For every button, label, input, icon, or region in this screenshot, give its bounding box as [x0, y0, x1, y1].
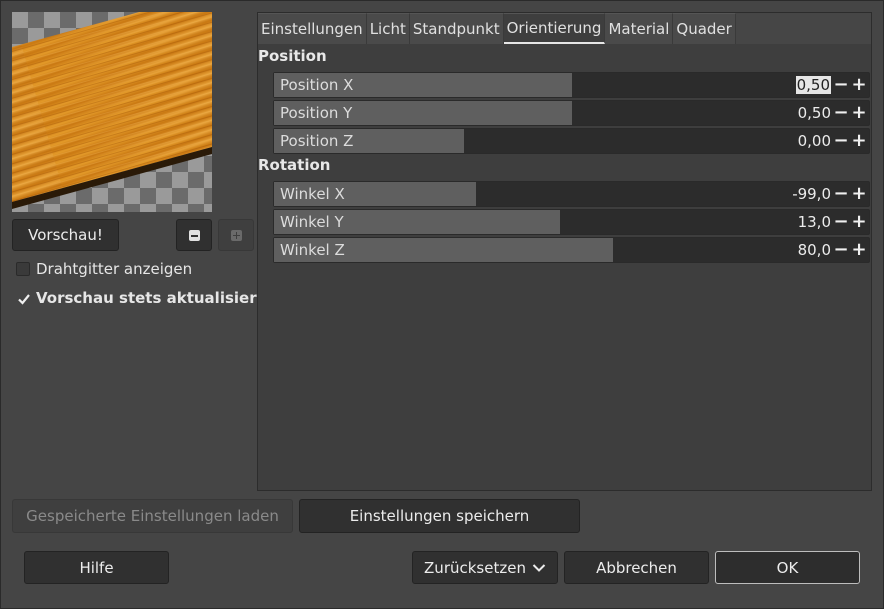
- auto-update-label: Vorschau stets aktualisieren: [36, 289, 278, 307]
- tab-quader[interactable]: Quader: [673, 13, 736, 44]
- chevron-down-icon: [532, 563, 546, 572]
- tab-label: Quader: [676, 20, 732, 38]
- slider-value-text: 0,50: [795, 76, 831, 94]
- rotation-section-title: Rotation: [258, 156, 331, 174]
- slider-label: Position Z: [280, 132, 354, 150]
- help-button[interactable]: Hilfe: [24, 551, 169, 584]
- angle-x-slider[interactable]: Winkel X -99,0 − +: [273, 181, 870, 207]
- slider-label: Position Y: [280, 104, 353, 122]
- auto-update-option[interactable]: Vorschau stets aktualisieren: [16, 289, 277, 307]
- zoom-in-button[interactable]: [218, 219, 254, 251]
- slider-label: Winkel X: [280, 185, 345, 203]
- tab-label: Material: [608, 20, 670, 38]
- checkmark-icon: [18, 294, 30, 305]
- wood-box-preview: [12, 12, 212, 209]
- position-z-slider[interactable]: Position Z 0,00 − +: [273, 128, 870, 154]
- position-section-title: Position: [258, 47, 327, 65]
- minus-icon: [188, 229, 200, 241]
- slider-value[interactable]: 0,50: [798, 101, 831, 125]
- decrement-icon[interactable]: −: [833, 182, 849, 206]
- slider-value[interactable]: 0,50: [795, 73, 831, 97]
- save-settings-button[interactable]: Einstellungen speichern: [299, 499, 580, 533]
- increment-icon[interactable]: +: [851, 73, 867, 97]
- slider-value[interactable]: -99,0: [792, 182, 831, 206]
- wireframe-option[interactable]: Drahtgitter anzeigen: [16, 260, 192, 278]
- load-settings-button[interactable]: Gespeicherte Einstellungen laden: [12, 499, 293, 533]
- tab-label: Orientierung: [506, 19, 602, 37]
- ok-label: OK: [776, 558, 799, 577]
- help-label: Hilfe: [79, 558, 114, 577]
- slider-label: Winkel Y: [280, 213, 344, 231]
- decrement-icon[interactable]: −: [833, 238, 849, 262]
- tab-label: Einstellungen: [261, 20, 363, 38]
- decrement-icon[interactable]: −: [833, 210, 849, 234]
- increment-icon[interactable]: +: [851, 238, 867, 262]
- increment-icon[interactable]: +: [851, 210, 867, 234]
- reset-button[interactable]: Zurücksetzen: [412, 551, 558, 584]
- slider-label: Winkel Z: [280, 241, 345, 259]
- increment-icon[interactable]: +: [851, 129, 867, 153]
- tab-label: Standpunkt: [412, 20, 500, 38]
- preview-button[interactable]: Vorschau!: [12, 219, 119, 251]
- tab-label: Licht: [369, 20, 406, 38]
- preview-button-label: Vorschau!: [28, 226, 103, 244]
- tab-einstellungen[interactable]: Einstellungen: [258, 13, 367, 44]
- slider-value[interactable]: 0,00: [798, 129, 831, 153]
- plus-icon: [230, 229, 242, 241]
- tab-material[interactable]: Material: [605, 13, 674, 44]
- preview-image: [12, 12, 212, 212]
- tab-bar: Einstellungen Licht Standpunkt Orientier…: [258, 13, 736, 44]
- position-y-slider[interactable]: Position Y 0,50 − +: [273, 100, 870, 126]
- decrement-icon[interactable]: −: [833, 129, 849, 153]
- reset-label: Zurücksetzen: [424, 558, 526, 577]
- ok-button[interactable]: OK: [715, 551, 860, 584]
- position-x-slider[interactable]: Position X 0,50 − +: [273, 72, 870, 98]
- load-settings-label: Gespeicherte Einstellungen laden: [26, 507, 279, 525]
- wireframe-label: Drahtgitter anzeigen: [36, 260, 193, 278]
- angle-y-slider[interactable]: Winkel Y 13,0 − +: [273, 209, 870, 235]
- tab-standpunkt[interactable]: Standpunkt: [409, 13, 504, 44]
- auto-update-checkbox[interactable]: [16, 291, 30, 305]
- slider-value[interactable]: 13,0: [798, 210, 831, 234]
- decrement-icon[interactable]: −: [833, 101, 849, 125]
- increment-icon[interactable]: +: [851, 101, 867, 125]
- tab-orientierung[interactable]: Orientierung: [503, 13, 606, 44]
- decrement-icon[interactable]: −: [833, 73, 849, 97]
- zoom-out-button[interactable]: [176, 219, 212, 251]
- angle-z-slider[interactable]: Winkel Z 80,0 − +: [273, 237, 870, 263]
- slider-value[interactable]: 80,0: [798, 238, 831, 262]
- tab-licht[interactable]: Licht: [366, 13, 410, 44]
- cancel-label: Abbrechen: [596, 558, 677, 577]
- save-settings-label: Einstellungen speichern: [349, 507, 530, 525]
- increment-icon[interactable]: +: [851, 182, 867, 206]
- cancel-button[interactable]: Abbrechen: [564, 551, 709, 584]
- slider-label: Position X: [280, 76, 354, 94]
- wireframe-checkbox[interactable]: [16, 262, 30, 276]
